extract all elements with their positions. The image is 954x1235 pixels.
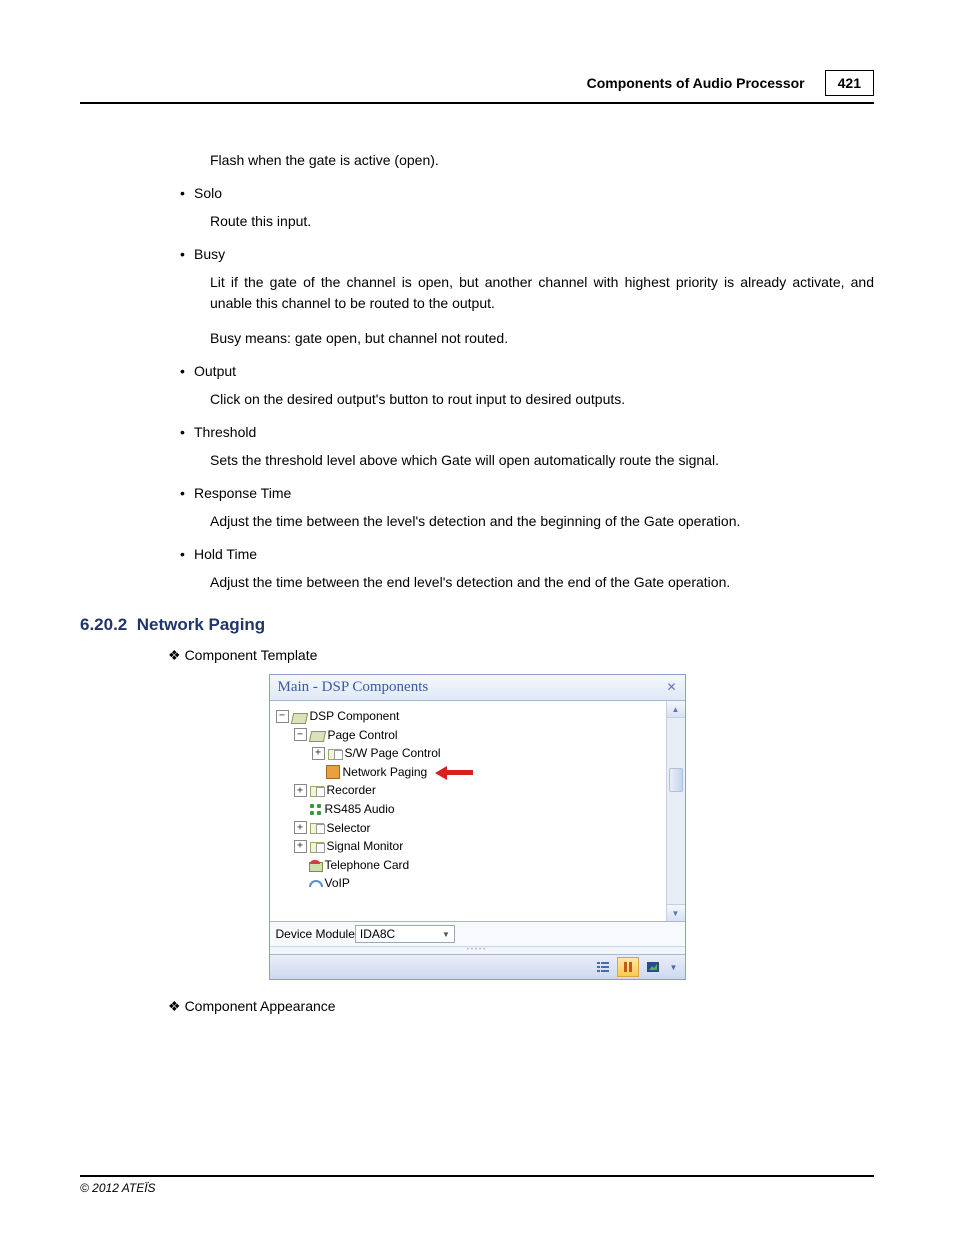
tree-node-voip[interactable]: VoIP — [276, 874, 662, 893]
page-footer: © 2012 ATEÏS — [80, 1175, 874, 1195]
dsp-components-panel: Main - DSP Components ✕ − DSP Component … — [269, 674, 686, 980]
tree-node-network-paging[interactable]: Network Paging — [276, 763, 662, 782]
network-paging-icon — [326, 765, 340, 779]
tree-node-sw-page-control[interactable]: + S/W Page Control — [276, 744, 662, 763]
view-list-button[interactable] — [592, 957, 614, 977]
panel-title-text: Main - DSP Components — [278, 679, 429, 696]
image-icon — [646, 960, 660, 974]
bullet-busy: Busy — [180, 246, 874, 262]
output-description: Click on the desired output's button to … — [210, 389, 874, 410]
bullet-hold-time: Hold Time — [180, 546, 874, 562]
tree-node-signal-monitor[interactable]: + Signal Monitor — [276, 837, 662, 856]
section-heading: 6.20.2 Network Paging — [80, 615, 874, 635]
tree-label: Signal Monitor — [327, 837, 404, 856]
tree-label: Selector — [327, 819, 371, 838]
copyright: © 2012 ATEÏS — [80, 1181, 156, 1195]
busy-description-2: Busy means: gate open, but channel not r… — [210, 328, 874, 349]
list-icon — [596, 960, 610, 974]
device-module-value: IDA8C — [360, 927, 395, 941]
rs485-icon — [309, 804, 322, 815]
panel-titlebar: Main - DSP Components ✕ — [270, 675, 685, 701]
tree-label: Page Control — [328, 726, 398, 745]
flash-description: Flash when the gate is active (open). — [210, 150, 874, 171]
tree-label: Network Paging — [343, 763, 428, 782]
resize-handle[interactable]: ••••• — [270, 946, 685, 954]
expand-icon[interactable]: + — [294, 840, 307, 853]
bullet-output: Output — [180, 363, 874, 379]
page-header: Components of Audio Processor 421 — [80, 70, 874, 104]
folder-icon — [310, 785, 324, 796]
expand-icon[interactable]: + — [294, 784, 307, 797]
highlight-arrow-icon — [435, 767, 475, 777]
header-title: Components of Audio Processor — [587, 75, 805, 91]
tree-label: VoIP — [325, 874, 350, 893]
folder-icon — [310, 822, 324, 833]
component-appearance-label: Component Appearance — [168, 998, 874, 1015]
bullet-solo: Solo — [180, 185, 874, 201]
tree-node-page-control[interactable]: − Page Control — [276, 726, 662, 745]
section-title: Network Paging — [137, 615, 265, 634]
tree-label: RS485 Audio — [325, 800, 395, 819]
tree-node-rs485[interactable]: RS485 Audio — [276, 800, 662, 819]
collapse-icon[interactable]: − — [294, 728, 307, 741]
threshold-description: Sets the threshold level above which Gat… — [210, 450, 874, 471]
bullet-response-time: Response Time — [180, 485, 874, 501]
panel-toolbar: ▼ — [270, 954, 685, 979]
solo-description: Route this input. — [210, 211, 874, 232]
scroll-thumb[interactable] — [669, 768, 683, 792]
folder-icon — [310, 841, 324, 852]
view-image-button[interactable] — [642, 957, 664, 977]
vertical-scrollbar[interactable]: ▲ ▼ — [666, 701, 685, 921]
device-module-label: Device Module — [276, 927, 355, 941]
folder-open-icon — [310, 729, 325, 740]
chevron-down-icon: ▼ — [670, 963, 678, 972]
folder-icon — [328, 748, 342, 759]
tree-label: Recorder — [327, 781, 376, 800]
tree-label: Telephone Card — [325, 856, 410, 875]
bullet-threshold: Threshold — [180, 424, 874, 440]
device-module-select[interactable]: IDA8C ▼ — [355, 925, 455, 943]
view-block-button[interactable] — [617, 957, 639, 977]
toolbar-dropdown[interactable]: ▼ — [667, 957, 681, 977]
tree-node-telephone-card[interactable]: Telephone Card — [276, 856, 662, 875]
tree-label: DSP Component — [310, 707, 400, 726]
voip-icon — [309, 878, 322, 889]
expand-icon[interactable]: + — [294, 821, 307, 834]
tree-label: S/W Page Control — [345, 744, 441, 763]
tree-node-dsp-component[interactable]: − DSP Component — [276, 707, 662, 726]
tree-node-selector[interactable]: + Selector — [276, 819, 662, 838]
scroll-track[interactable] — [667, 718, 685, 904]
telephone-icon — [309, 860, 322, 871]
device-module-row: Device Module IDA8C ▼ — [270, 921, 685, 946]
expand-icon[interactable]: + — [312, 747, 325, 760]
scroll-up-icon[interactable]: ▲ — [667, 701, 685, 718]
close-icon[interactable]: ✕ — [666, 680, 676, 695]
tree-node-recorder[interactable]: + Recorder — [276, 781, 662, 800]
component-template-label: Component Template — [168, 647, 874, 664]
folder-open-icon — [292, 711, 307, 722]
page-number: 421 — [825, 70, 874, 96]
busy-description-1: Lit if the gate of the channel is open, … — [210, 272, 874, 314]
hold-time-description: Adjust the time between the end level's … — [210, 572, 874, 593]
collapse-icon[interactable]: − — [276, 710, 289, 723]
response-time-description: Adjust the time between the level's dete… — [210, 511, 874, 532]
section-number: 6.20.2 — [80, 615, 127, 634]
scroll-down-icon[interactable]: ▼ — [667, 904, 685, 921]
tree-view[interactable]: − DSP Component − Page Control + S/W Pag… — [270, 701, 666, 921]
block-icon — [621, 960, 635, 974]
chevron-down-icon: ▼ — [442, 930, 450, 939]
